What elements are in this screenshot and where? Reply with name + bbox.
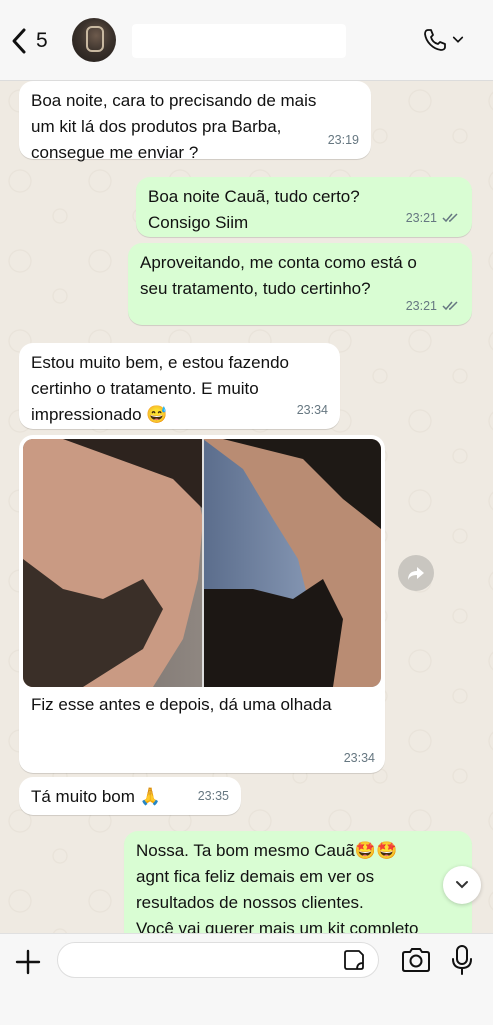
call-button[interactable]: [422, 26, 468, 54]
message-meta: 23:21: [406, 293, 460, 319]
message-time: 23:34: [296, 403, 328, 417]
chevron-down-icon: [452, 36, 464, 43]
message-bubble[interactable]: Boa noite Cauã, tudo certo? Consigo Siim…: [136, 177, 472, 237]
unread-count: 5: [36, 29, 48, 52]
message-time: 23:21: [405, 299, 437, 313]
scroll-to-bottom-button[interactable]: [443, 866, 481, 904]
message-bubble[interactable]: Boa noite, cara to precisando de mais um…: [19, 81, 371, 162]
message-time: 23:19: [327, 133, 359, 147]
message-bubble[interactable]: Estou muito bem, e estou fazendo certinh…: [19, 343, 340, 429]
before-after-photo[interactable]: [23, 439, 381, 687]
forward-button[interactable]: [398, 555, 434, 591]
plus-icon[interactable]: [12, 946, 44, 978]
beard-photo-image: [23, 439, 381, 687]
message-text: Nossa. Ta bom mesmo Cauã🤩🤩 agnt fica fel…: [136, 841, 419, 933]
chat-header: 5: [0, 0, 493, 81]
message-time: 23:34: [343, 751, 375, 765]
microphone-icon[interactable]: [450, 944, 474, 976]
read-ticks-icon: [442, 213, 458, 223]
message-input[interactable]: [57, 942, 379, 978]
message-meta: 23:21: [406, 205, 460, 231]
read-ticks-icon: [442, 301, 458, 311]
forward-icon: [408, 567, 424, 580]
message-text: Fiz esse antes e depois, dá uma olhada: [31, 695, 332, 714]
message-time: 23:35: [197, 789, 229, 803]
message-list[interactable]: Boa noite, cara to precisando de mais um…: [0, 81, 493, 933]
message-text: Boa noite, cara to precisando de mais um…: [31, 91, 317, 162]
image-message[interactable]: Fiz esse antes e depois, dá uma olhada 2…: [19, 435, 385, 773]
message-bubble[interactable]: Aproveitando, me conta como está o seu t…: [128, 243, 472, 325]
contact-name[interactable]: [132, 24, 346, 58]
message-bubble[interactable]: Tá muito bom 🙏 23:35: [19, 777, 241, 815]
composer-bar: [0, 933, 493, 1025]
phone-icon: [424, 29, 446, 51]
back-chevron-icon: [12, 28, 26, 54]
message-bubble[interactable]: Nossa. Ta bom mesmo Cauã🤩🤩 agnt fica fel…: [124, 831, 472, 933]
back-button[interactable]: 5: [10, 24, 70, 58]
camera-icon[interactable]: [400, 946, 432, 974]
scroll-down-icon: [456, 881, 468, 889]
message-time: 23:21: [405, 211, 437, 225]
avatar[interactable]: [72, 18, 116, 62]
message-text: Estou muito bem, e estou fazendo certinh…: [31, 353, 289, 424]
sticker-icon[interactable]: [343, 949, 365, 971]
